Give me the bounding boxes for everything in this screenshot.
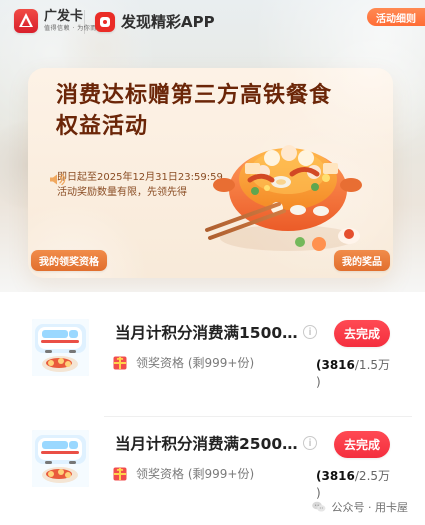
task-list: 当月计积分消费满1500... i 领奖资格 (剩999+份) 去完成 (381… (0, 292, 425, 525)
speaker-icon (49, 172, 66, 187)
progress-line-1: (3816/1.5万 (316, 357, 396, 374)
reward-line: 领奖资格 (剩999+份) (112, 354, 254, 371)
my-eligibility-button[interactable]: 我的领奖资格 (31, 250, 107, 271)
train-food-thumbnail-icon (32, 430, 89, 487)
progress-current: (3816 (316, 469, 355, 483)
gift-icon (113, 356, 127, 369)
hero-section: 广发卡 值得信赖 · 为你而来 发现精彩APP 活动细则 消费达标赠第三方高铁餐… (0, 0, 425, 292)
gift-icon (113, 467, 127, 480)
app-promo-label: 发现精彩APP (121, 13, 215, 31)
watermark: 公众号 · 用卡屋 (311, 499, 409, 515)
progress-line-2: ) (316, 374, 396, 391)
progress-total: /1.5万 (354, 358, 391, 372)
progress-line-1: (3816/2.5万 (316, 468, 396, 485)
hero-card: 消费达标赠第三方高铁餐食 权益活动 即日起至2025年12月31日23:59:5… (28, 68, 393, 278)
my-prizes-button[interactable]: 我的奖品 (334, 250, 390, 271)
progress-suffix: ) (316, 486, 321, 500)
reward-text: 领奖资格 (剩999+份) (136, 467, 255, 481)
info-icon[interactable]: i (303, 436, 317, 450)
info-icon[interactable]: i (303, 325, 317, 339)
task-title: 当月计积分消费满1500... (115, 324, 299, 342)
task-progress: (3816/1.5万 ) (316, 357, 396, 391)
brand: 广发卡 值得信赖 · 为你而来 (14, 9, 103, 33)
header-divider (84, 10, 85, 34)
go-complete-button[interactable]: 去完成 (334, 431, 390, 458)
task-progress: (3816/2.5万 ) (316, 468, 396, 502)
watermark-text: 公众号 · 用卡屋 (331, 501, 409, 514)
page: 广发卡 值得信赖 · 为你而来 发现精彩APP 活动细则 消费达标赠第三方高铁餐… (0, 0, 425, 525)
hotpot-illustration-icon (205, 145, 362, 251)
go-complete-button[interactable]: 去完成 (334, 320, 390, 347)
reward-text: 领奖资格 (剩999+份) (136, 356, 255, 370)
reward-line: 领奖资格 (剩999+份) (112, 465, 254, 482)
task-title: 当月计积分消费满2500... (115, 435, 299, 453)
train-food-thumbnail-icon (32, 319, 89, 376)
activity-detail-button[interactable]: 活动细则 (367, 8, 425, 26)
app-promo[interactable]: 发现精彩APP (95, 11, 215, 32)
task-item[interactable]: 当月计积分消费满1500... i 领奖资格 (剩999+份) 去完成 (381… (18, 305, 412, 417)
progress-current: (3816 (316, 358, 355, 372)
app-icon-glyph (100, 16, 110, 27)
app-icon (95, 11, 115, 32)
progress-suffix: ) (316, 375, 321, 389)
hero-title-line-1: 消费达标赠第三方高铁餐食 (56, 83, 333, 108)
brand-logo-icon (14, 9, 38, 33)
progress-total: /2.5万 (354, 469, 391, 483)
wechat-icon (311, 501, 325, 512)
